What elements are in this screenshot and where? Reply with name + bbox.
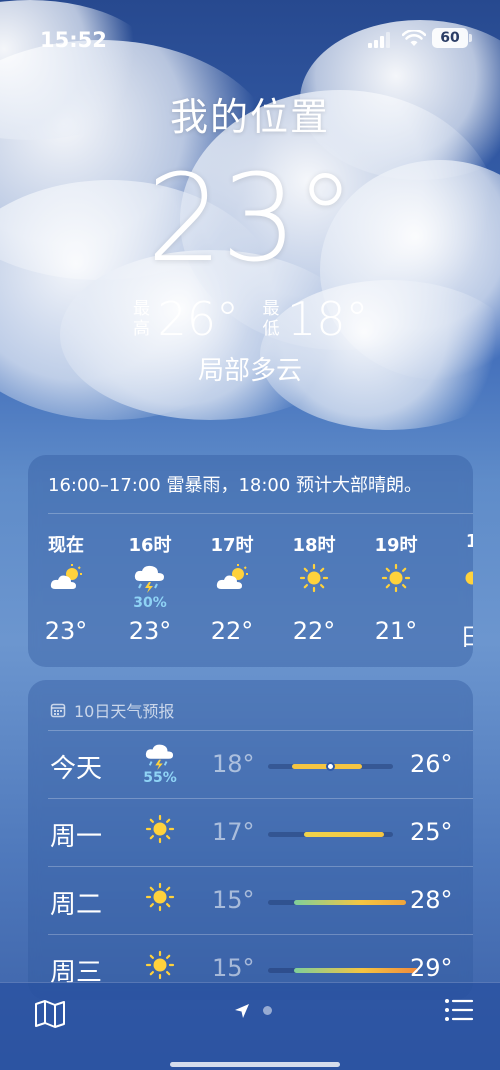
day-high: 25° bbox=[410, 818, 453, 846]
list-icon[interactable] bbox=[444, 997, 474, 1023]
high-temp: 26° bbox=[157, 292, 239, 346]
daily-header: 10日天气预报 bbox=[50, 698, 174, 722]
low-label: 最低 bbox=[262, 299, 280, 339]
hour-label: 16时 bbox=[128, 535, 172, 556]
low-temp-group: 最低 18° bbox=[261, 292, 369, 346]
hour-temp: 日 bbox=[460, 623, 473, 651]
daily-header-label: 10日天气预报 bbox=[74, 702, 175, 721]
hour-precip bbox=[200, 595, 264, 613]
location-arrow-icon[interactable] bbox=[234, 1003, 250, 1019]
partly-cloudy-icon bbox=[200, 561, 264, 595]
current-temperature: 23° bbox=[146, 150, 356, 289]
temp-range-bar bbox=[268, 762, 393, 771]
current-temp-dot bbox=[326, 762, 335, 771]
day-high: 26° bbox=[410, 750, 453, 778]
hour-precip bbox=[34, 595, 98, 613]
status-time: 15:52 bbox=[40, 28, 107, 52]
hourly-forecast-card[interactable]: 16:00–17:00 雷暴雨，18:00 预计大部晴朗。 现在 23° 16时… bbox=[28, 455, 473, 667]
status-bar: 15:52 60 bbox=[0, 0, 500, 70]
day-low: 18° bbox=[212, 750, 255, 778]
sun-icon bbox=[282, 561, 346, 595]
day-low: 15° bbox=[212, 886, 255, 914]
sun-icon bbox=[364, 561, 428, 595]
hour-temp: 22° bbox=[292, 617, 336, 645]
hour-item: 17时 22° bbox=[200, 531, 264, 645]
low-temp: 18° bbox=[287, 292, 369, 346]
sun-icon bbox=[440, 561, 473, 595]
bottom-toolbar bbox=[0, 982, 500, 1070]
hour-precip bbox=[364, 595, 428, 613]
partly-cloudy-icon bbox=[34, 561, 98, 595]
hour-item: 16时 30% 23° bbox=[118, 531, 182, 645]
temp-range-fill bbox=[304, 832, 384, 837]
hour-temp: 23° bbox=[44, 617, 88, 645]
hour-label: 18时 bbox=[292, 535, 336, 556]
card-divider bbox=[48, 513, 473, 514]
high-low-temperatures: 最高 26° 最低 18° bbox=[0, 292, 500, 346]
high-label: 最高 bbox=[132, 299, 150, 339]
card-divider bbox=[48, 798, 473, 799]
hour-temp: 22° bbox=[210, 617, 254, 645]
day-high: 29° bbox=[410, 954, 453, 982]
high-temp-group: 最高 26° bbox=[131, 292, 239, 346]
hour-item: 1 日 bbox=[440, 531, 473, 652]
hour-item: 现在 23° bbox=[34, 531, 98, 645]
map-icon[interactable] bbox=[34, 999, 66, 1029]
temp-range-fill bbox=[294, 968, 418, 973]
hour-item: 18时 22° bbox=[282, 531, 346, 645]
temp-range-fill bbox=[294, 900, 406, 905]
day-name: 周二 bbox=[50, 890, 103, 920]
day-row[interactable]: 周二 15° 28° bbox=[28, 868, 473, 934]
calendar-icon bbox=[50, 703, 66, 718]
hour-precip: 30% bbox=[133, 595, 167, 611]
cellular-signal-icon bbox=[368, 32, 390, 48]
hour-precip bbox=[440, 595, 473, 613]
day-low: 15° bbox=[212, 954, 255, 982]
hourly-list[interactable]: 现在 23° 16时 30% 23° 17时 22° 18时 22° 19时 2… bbox=[28, 531, 473, 661]
hour-temp: 23° bbox=[128, 617, 172, 645]
page-dot[interactable] bbox=[263, 1006, 272, 1015]
day-name: 周一 bbox=[50, 822, 103, 852]
hour-item: 19时 21° bbox=[364, 531, 428, 645]
card-divider bbox=[48, 730, 473, 731]
day-low: 17° bbox=[212, 818, 255, 846]
hour-temp: 21° bbox=[374, 617, 418, 645]
temp-range-bar bbox=[268, 968, 418, 973]
home-indicator bbox=[170, 1062, 340, 1067]
hourly-summary: 16:00–17:00 雷暴雨，18:00 预计大部晴朗。 bbox=[48, 475, 423, 496]
hour-label: 17时 bbox=[210, 535, 254, 556]
temp-range-bar bbox=[268, 900, 406, 905]
card-divider bbox=[48, 934, 473, 935]
thunderstorm-icon: 55% bbox=[140, 742, 180, 786]
daily-forecast-card[interactable]: 10日天气预报 今天 55% 18° 26° 周一 17° 25° 周二 15° bbox=[28, 680, 473, 1000]
hour-label: 19时 bbox=[374, 535, 418, 556]
battery-tip bbox=[469, 34, 472, 42]
day-row[interactable]: 今天 55% 18° 26° bbox=[28, 732, 473, 798]
wifi-icon bbox=[402, 30, 426, 46]
card-divider bbox=[48, 866, 473, 867]
battery-indicator: 60 bbox=[432, 28, 468, 48]
sun-icon bbox=[140, 814, 180, 858]
hour-precip bbox=[282, 595, 346, 613]
location-title: 我的位置 bbox=[169, 95, 330, 139]
thunderstorm-icon bbox=[118, 561, 182, 595]
hour-label: 1 bbox=[465, 531, 473, 552]
sun-icon bbox=[140, 882, 180, 926]
weather-condition: 局部多云 bbox=[197, 356, 302, 386]
day-high: 28° bbox=[410, 886, 453, 914]
temp-range-bar bbox=[268, 832, 393, 837]
day-precip: 55% bbox=[143, 770, 177, 786]
day-row[interactable]: 周一 17° 25° bbox=[28, 800, 473, 866]
day-name: 今天 bbox=[50, 754, 103, 784]
hour-label: 现在 bbox=[48, 535, 84, 556]
